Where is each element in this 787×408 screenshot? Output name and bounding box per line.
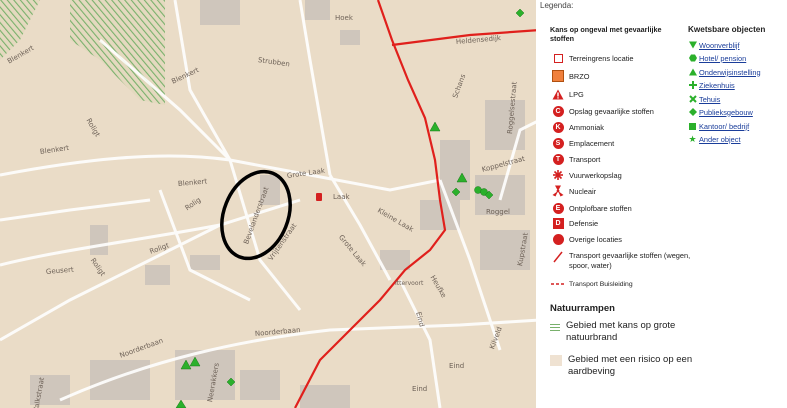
legend-item: Transport gevaarlijke stoffen (wegen, sp… <box>550 251 709 275</box>
map-label: Ittervoort <box>395 280 424 287</box>
legend-item: Terreingrens locatie <box>550 51 634 65</box>
legend-item: Nucleair <box>550 184 596 198</box>
diamond-icon <box>688 108 697 116</box>
nature-heading: Natuurrampen <box>550 303 615 314</box>
x-icon <box>688 95 697 103</box>
legend-item: S Emplacement <box>550 136 614 150</box>
circle-k-icon: K <box>550 121 566 133</box>
map-label: Hoek <box>335 14 353 22</box>
square-d-icon: D <box>550 217 566 229</box>
red-line-icon <box>550 251 566 263</box>
map-label: Roggel <box>486 208 510 216</box>
red-dot-icon <box>550 233 566 245</box>
orange-square-icon <box>550 70 566 82</box>
vulnerable-item[interactable]: ★ Ander object <box>688 133 740 145</box>
nature-item: Gebied met een risico op een aardbeving <box>550 354 708 378</box>
legend-item: Transport Buisleiding <box>550 277 633 291</box>
legend-item: C Opslag gevaarlijke stoffen <box>550 104 654 118</box>
circle-c-icon: C <box>550 105 566 117</box>
legend-item: LPG <box>550 87 584 101</box>
vulnerable-item[interactable]: Tehuis <box>688 93 720 105</box>
firework-icon <box>550 169 566 181</box>
vulnerable-item[interactable]: Publieksgebouw <box>688 106 753 118</box>
square-icon <box>688 122 697 130</box>
vulnerable-item[interactable]: Kantoor/ bedrijf <box>688 120 749 132</box>
map-label: Eind <box>449 362 465 370</box>
vulnerable-heading: Kwetsbare objecten <box>688 25 766 34</box>
circle-e-icon: E <box>550 202 566 214</box>
legend-title: Legenda: <box>540 1 574 10</box>
nature-item: Gebied met kans op grote natuurbrand <box>550 320 706 344</box>
hexagon-icon <box>688 54 697 62</box>
map-label: Laak <box>333 193 350 201</box>
vulnerable-item[interactable]: Onderwijsinstelling <box>688 66 761 78</box>
legend-item: Overige locaties <box>550 232 622 246</box>
vulnerable-item[interactable]: Ziekenhuis <box>688 79 735 91</box>
legend-item: E Ontplofbare stoffen <box>550 201 632 215</box>
star-icon: ★ <box>688 134 697 144</box>
legend-item: BRZO <box>550 69 590 83</box>
nuclear-icon <box>550 185 566 197</box>
dashed-line-icon <box>550 282 566 286</box>
down-triangle-icon <box>688 41 697 49</box>
square-outline-icon <box>550 53 566 63</box>
legend-item: T Transport <box>550 152 600 166</box>
beige-square-icon <box>550 355 562 366</box>
circle-t-icon: T <box>550 153 566 165</box>
risk-heading: Kans op ongeval met gevaarlijke stoffen <box>550 25 662 43</box>
vulnerable-item[interactable]: Hotel/ pension <box>688 52 746 64</box>
legend-item: K Ammoniak <box>550 120 604 134</box>
map-label: Eind <box>412 385 428 393</box>
map-view[interactable]: Hoek Strubben Blenkert Blenkert Blenkert… <box>0 0 540 408</box>
legend-panel: Legenda: Kans op ongeval met gevaarlijke… <box>536 0 787 408</box>
hazard-marker[interactable] <box>316 193 322 201</box>
cross-icon <box>688 81 697 89</box>
warning-triangle-icon <box>550 89 566 100</box>
vulnerable-item[interactable]: Woonverblijf <box>688 39 740 51</box>
legend-item: D Defensie <box>550 216 598 230</box>
triangle-icon <box>688 68 697 76</box>
hatch-icon <box>550 323 560 331</box>
legend-item: Vuurwerkopslag <box>550 168 622 182</box>
circle-s-icon: S <box>550 137 566 149</box>
